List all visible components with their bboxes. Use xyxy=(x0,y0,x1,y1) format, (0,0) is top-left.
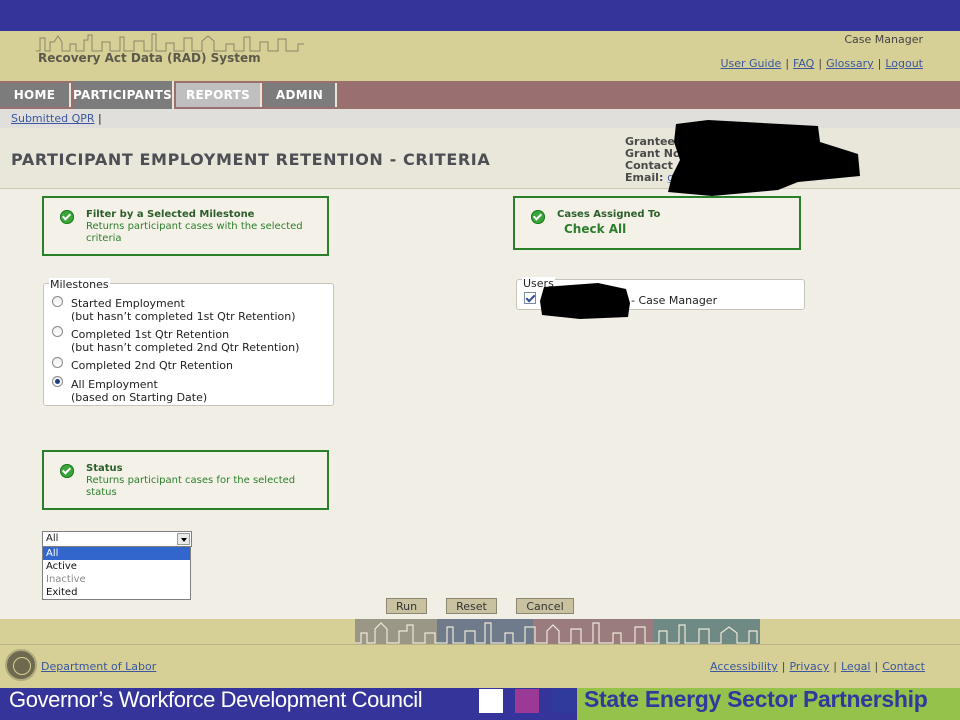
contact-link[interactable]: Contact xyxy=(882,660,925,673)
glossary-link[interactable]: Glossary xyxy=(826,57,874,70)
check-icon xyxy=(531,210,545,224)
brand-square-blue xyxy=(552,689,576,713)
breadcrumb-separator: | xyxy=(98,112,102,125)
brand-square-white xyxy=(479,689,503,713)
tab-home[interactable]: HOME xyxy=(0,83,71,107)
gwdc-brand-text: Governor’s Workforce Development Council xyxy=(9,687,423,712)
tab-admin[interactable]: ADMIN xyxy=(264,83,337,107)
submitted-qpr-link[interactable]: Submitted QPR xyxy=(11,112,95,125)
run-button[interactable]: Run xyxy=(386,598,427,614)
check-icon xyxy=(60,210,74,224)
app-header: Recovery Act Data (RAD) System Case Mana… xyxy=(0,31,960,81)
status-filter-title: Status xyxy=(86,463,123,474)
radio-completed-2nd-qtr[interactable] xyxy=(52,357,63,368)
cancel-button[interactable]: Cancel xyxy=(516,598,574,614)
status-filter-desc: Returns participant cases for the select… xyxy=(86,475,296,498)
privacy-link[interactable]: Privacy xyxy=(789,660,829,673)
email-label: Email: xyxy=(625,171,664,184)
faq-link[interactable]: FAQ xyxy=(793,57,814,70)
app-title: Recovery Act Data (RAD) System xyxy=(38,51,261,65)
brand-square-purple xyxy=(515,689,539,713)
status-option-all[interactable]: All xyxy=(43,547,190,560)
cases-assigned-box: Cases Assigned To Check All xyxy=(513,196,801,250)
skyline-logo-icon xyxy=(36,33,304,52)
milestones-group: Milestones Started Employment (but hasn’… xyxy=(43,278,334,406)
footer-skyline-icon xyxy=(355,619,760,644)
status-option-exited[interactable]: Exited xyxy=(43,586,190,599)
chevron-down-icon[interactable] xyxy=(177,533,190,545)
logout-link[interactable]: Logout xyxy=(885,57,923,70)
check-all-link[interactable]: Check All xyxy=(564,222,626,236)
page-title: PARTICIPANT EMPLOYMENT RETENTION - CRITE… xyxy=(11,150,491,169)
radio-label: Completed 1st Qtr Retention (but hasn’t … xyxy=(71,328,300,354)
main-nav: HOME PARTICIPANTS REPORTS ADMIN xyxy=(0,81,960,109)
milestone-filter-desc: Returns participant cases with the selec… xyxy=(86,221,303,244)
user-guide-link[interactable]: User Guide xyxy=(720,57,781,70)
top-banner xyxy=(0,0,960,31)
redaction-mark xyxy=(540,283,630,319)
user-role: Case Manager xyxy=(844,33,923,46)
status-select-value: All xyxy=(46,533,59,544)
radio-completed-1st-qtr[interactable] xyxy=(52,326,63,337)
status-dropdown-list: All Active Inactive Exited xyxy=(42,546,191,600)
tab-reports[interactable]: REPORTS xyxy=(176,83,262,107)
user-checkbox[interactable] xyxy=(524,292,536,304)
milestone-filter-box: Filter by a Selected Milestone Returns p… xyxy=(42,196,329,256)
check-icon xyxy=(60,464,74,478)
legal-link[interactable]: Legal xyxy=(841,660,870,673)
dol-seal-icon xyxy=(5,649,37,681)
reset-button[interactable]: Reset xyxy=(446,598,497,614)
status-option-inactive[interactable]: Inactive xyxy=(43,573,190,586)
accessibility-link[interactable]: Accessibility xyxy=(710,660,778,673)
status-filter-box: Status Returns participant cases for the… xyxy=(42,450,329,510)
status-select[interactable]: All xyxy=(42,531,192,547)
sesp-brand-text: State Energy Sector Partnership xyxy=(584,686,928,712)
utility-links: User Guide | FAQ | Glossary | Logout xyxy=(720,57,923,70)
milestones-legend: Milestones xyxy=(49,278,110,291)
radio-label: Started Employment (but hasn’t completed… xyxy=(71,297,296,323)
radio-label: Completed 2nd Qtr Retention xyxy=(71,359,233,372)
redaction-mark xyxy=(668,120,860,196)
user-role-label: - Case Manager xyxy=(631,294,718,307)
cases-assigned-title: Cases Assigned To xyxy=(557,209,661,220)
tab-participants[interactable]: PARTICIPANTS xyxy=(73,81,174,109)
status-option-active[interactable]: Active xyxy=(43,560,190,573)
milestone-filter-title: Filter by a Selected Milestone xyxy=(86,209,255,220)
radio-label: All Employment (based on Starting Date) xyxy=(71,378,208,404)
radio-started-employment[interactable] xyxy=(52,296,63,307)
radio-all-employment[interactable] xyxy=(52,376,63,387)
footer-links: Accessibility | Privacy | Legal | Contact xyxy=(710,660,925,673)
department-of-labor-link[interactable]: Department of Labor xyxy=(41,660,156,673)
